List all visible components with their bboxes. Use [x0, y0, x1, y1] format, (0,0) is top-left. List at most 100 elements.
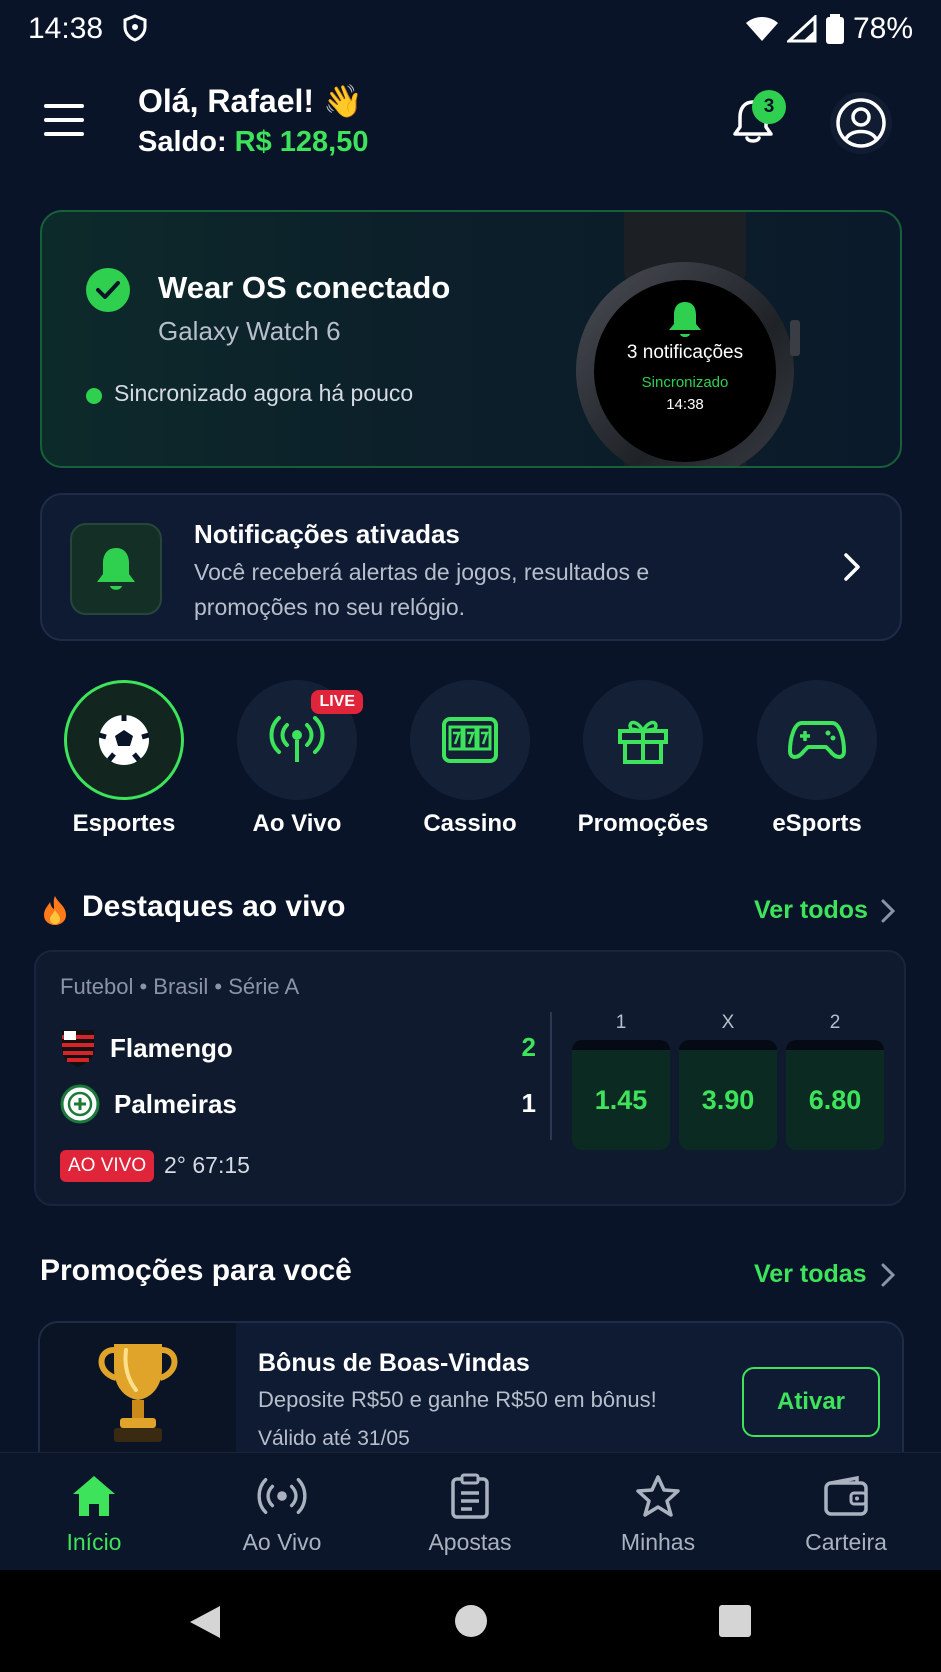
live-see-all-link[interactable]: Ver todos — [754, 896, 868, 925]
status-bar: 14:38 78% — [0, 0, 941, 60]
category-label: Ao Vivo — [252, 810, 342, 837]
palmeiras-crest-icon — [60, 1084, 100, 1124]
balance-amount: R$ 128,50 — [234, 126, 369, 158]
promo-image — [40, 1323, 236, 1459]
live-match-card[interactable]: Futebol • Brasil • Série A Flamengo 2 Pa… — [34, 950, 906, 1206]
category-promocoes[interactable]: Promoções — [578, 680, 708, 838]
promo-title: Bônus de Boas-Vindas — [258, 1349, 530, 1377]
gamepad-icon — [788, 721, 846, 759]
nav-label: Ao Vivo — [242, 1529, 322, 1555]
menu-line — [44, 132, 84, 136]
promo-card[interactable]: Bônus de Boas-Vindas Deposite R$50 e gan… — [38, 1321, 904, 1461]
odd-header: 2 — [829, 1012, 841, 1033]
wear-os-card[interactable]: Wear OS conectado Galaxy Watch 6 Sincron… — [40, 210, 902, 468]
bottom-nav: Início Ao Vivo Apostas Minhas Carteira — [0, 1452, 941, 1570]
away-team: Palmeiras — [60, 1084, 237, 1124]
sync-status: Sincronizado agora há pouco — [114, 380, 414, 406]
home-team: Flamengo — [60, 1028, 233, 1068]
category-circle: LIVE — [237, 680, 363, 800]
notifications-card[interactable]: Notificações ativadas Você receberá aler… — [40, 493, 902, 641]
nav-carteira[interactable]: Carteira — [771, 1471, 921, 1556]
category-circle — [64, 680, 184, 800]
category-esportes[interactable]: Esportes — [63, 680, 185, 838]
category-circle — [410, 680, 530, 800]
user-icon — [836, 98, 886, 148]
category-label: Cassino — [423, 810, 517, 837]
bell-icon — [97, 548, 135, 590]
category-esports[interactable]: eSports — [756, 680, 878, 838]
match-league: Futebol • Brasil • Série A — [60, 974, 300, 999]
wifi-icon — [745, 17, 778, 41]
watch-face-time: 14:38 — [666, 396, 704, 413]
watch-device: Galaxy Watch 6 — [158, 316, 341, 346]
away-score: 1 — [521, 1088, 536, 1118]
balance-label: Saldo: — [138, 126, 235, 158]
menu-line — [44, 104, 84, 108]
bell-icon — [669, 302, 701, 337]
nav-label: Minhas — [620, 1529, 696, 1555]
nav-ao-vivo[interactable]: Ao Vivo — [207, 1471, 357, 1556]
chevron-right-icon — [844, 553, 860, 581]
category-label: Esportes — [72, 810, 176, 837]
flamengo-crest-icon — [62, 1030, 94, 1067]
match-divider — [550, 1012, 552, 1140]
nav-apostas[interactable]: Apostas — [395, 1471, 545, 1556]
trophy-icon — [98, 1344, 178, 1442]
broadcast-icon — [257, 1477, 307, 1515]
odd-button-home[interactable]: 1.45 — [572, 1040, 670, 1150]
status-icons: 78% — [745, 12, 913, 46]
soccer-ball-icon — [98, 715, 150, 765]
category-circle — [757, 680, 877, 800]
battery-icon — [825, 14, 844, 44]
live-tag: AO VIVO — [60, 1150, 155, 1182]
signal-icon — [786, 15, 817, 43]
live-badge: LIVE — [311, 690, 363, 714]
notifications-body: Você receberá alertas de jogos, resultad… — [194, 559, 650, 620]
recents-icon[interactable] — [718, 1604, 752, 1638]
shield-icon — [123, 14, 147, 42]
gift-icon — [618, 720, 668, 764]
fire-icon — [44, 896, 66, 925]
profile-button[interactable] — [830, 92, 892, 154]
balance: Saldo: R$ 128,50 — [138, 126, 369, 159]
home-score: 2 — [521, 1032, 536, 1062]
home-icon — [73, 1476, 115, 1516]
nav-label: Carteira — [805, 1529, 887, 1555]
chevron-right-icon — [881, 899, 896, 923]
notification-badge: 3 — [752, 90, 786, 124]
status-time: 14:38 — [28, 12, 104, 45]
sync-dot — [86, 388, 102, 404]
away-team-name: Palmeiras — [114, 1088, 237, 1119]
chevron-right-icon — [881, 1263, 896, 1287]
category-ao-vivo[interactable]: LIVE Ao Vivo — [236, 680, 363, 838]
nav-minhas[interactable]: Minhas — [583, 1471, 733, 1556]
category-label: eSports — [772, 810, 862, 837]
battery-percent: 78% — [852, 12, 913, 45]
promo-see-all-link[interactable]: Ver todas — [754, 1260, 867, 1289]
odd-button-away[interactable]: 6.80 — [786, 1040, 884, 1150]
nav-label: Apostas — [428, 1529, 512, 1555]
home-team-name: Flamengo — [110, 1032, 233, 1063]
menu-line — [44, 118, 84, 122]
category-circle — [583, 680, 703, 800]
notifications-title: Notificações ativadas — [194, 519, 460, 549]
nav-inicio[interactable]: Início — [19, 1471, 169, 1556]
category-cassino[interactable]: Cassino — [409, 680, 531, 838]
system-nav-bar — [0, 1570, 941, 1672]
odd-button-draw[interactable]: 3.90 — [679, 1040, 777, 1150]
slot-machine-icon — [442, 717, 498, 763]
check-icon — [86, 268, 130, 312]
home-circle-icon[interactable] — [454, 1604, 488, 1638]
activate-button[interactable]: Ativar — [742, 1367, 880, 1437]
category-label: Promoções — [577, 810, 709, 837]
promo-description: Deposite R$50 e ganhe R$50 em bônus! — [258, 1387, 657, 1412]
back-icon[interactable] — [188, 1604, 222, 1640]
greeting: Olá, Rafael! 👋 — [138, 83, 363, 119]
odd-header: 1 — [615, 1012, 627, 1033]
odd-header: X — [721, 1012, 735, 1033]
live-section-title: Destaques ao vivo — [82, 890, 346, 923]
broadcast-icon — [269, 716, 325, 762]
menu-button[interactable] — [44, 104, 86, 138]
notification-icon-box — [70, 523, 162, 615]
nav-label: Início — [66, 1529, 122, 1555]
